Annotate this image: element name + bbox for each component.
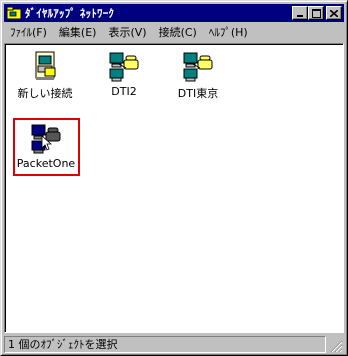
item-label: DTI東京 [177,87,219,100]
folder-icon [7,7,21,19]
title-bar[interactable]: ﾀﾞｲﾔﾙｱｯﾌﾟ ﾈｯﾄﾜｰｸ [4,4,344,22]
minimize-icon [297,14,303,17]
close-icon [330,9,338,17]
close-button[interactable] [326,6,342,20]
item-label: DTI2 [111,85,137,98]
item-new-connection[interactable]: 新しい接続 [10,50,80,101]
item-label: PacketOne [16,157,76,170]
item-packetone[interactable]: PacketOne [11,122,81,170]
menu-help[interactable]: ﾍﾙﾌﾟ(H) [203,23,254,42]
dialup-network-window: ﾀﾞｲﾔﾙｱｯﾌﾟ ﾈｯﾄﾜｰｸ ﾌｧｲﾙ(F) 編集(E) 表示(V) 接続(… [0,0,348,356]
menu-file[interactable]: ﾌｧｲﾙ(F) [4,23,53,42]
status-bar: 1 個のｵﾌﾞｼﾞｪｸﾄを選択 [4,336,344,354]
menu-connection[interactable]: 接続(C) [153,23,203,42]
menu-edit[interactable]: 編集(E) [53,23,103,42]
dialup-connection-icon [31,124,61,154]
dialup-connection-icon [109,52,139,82]
maximize-icon [311,8,321,18]
item-dti2[interactable]: DTI2 [89,50,159,98]
minimize-button[interactable] [292,6,308,20]
window-title: ﾀﾞｲﾔﾙｱｯﾌﾟ ﾈｯﾄﾜｰｸ [25,7,115,20]
status-text: 1 個のｵﾌﾞｼﾞｪｸﾄを選択 [4,336,326,353]
item-dti-tokyo[interactable]: DTI東京 [163,50,233,101]
menu-view[interactable]: 表示(V) [102,23,152,42]
menu-bar: ﾌｧｲﾙ(F) 編集(E) 表示(V) 接続(C) ﾍﾙﾌﾟ(H) [4,23,344,42]
new-connection-icon [35,51,56,80]
item-label: 新しい接続 [17,87,73,100]
resize-grip-icon[interactable] [330,340,343,353]
dialup-connection-icon [183,52,213,82]
maximize-button[interactable] [308,6,324,20]
icon-view: 新しい接続 DTI2 DTI東京 PacketOne [4,43,344,333]
